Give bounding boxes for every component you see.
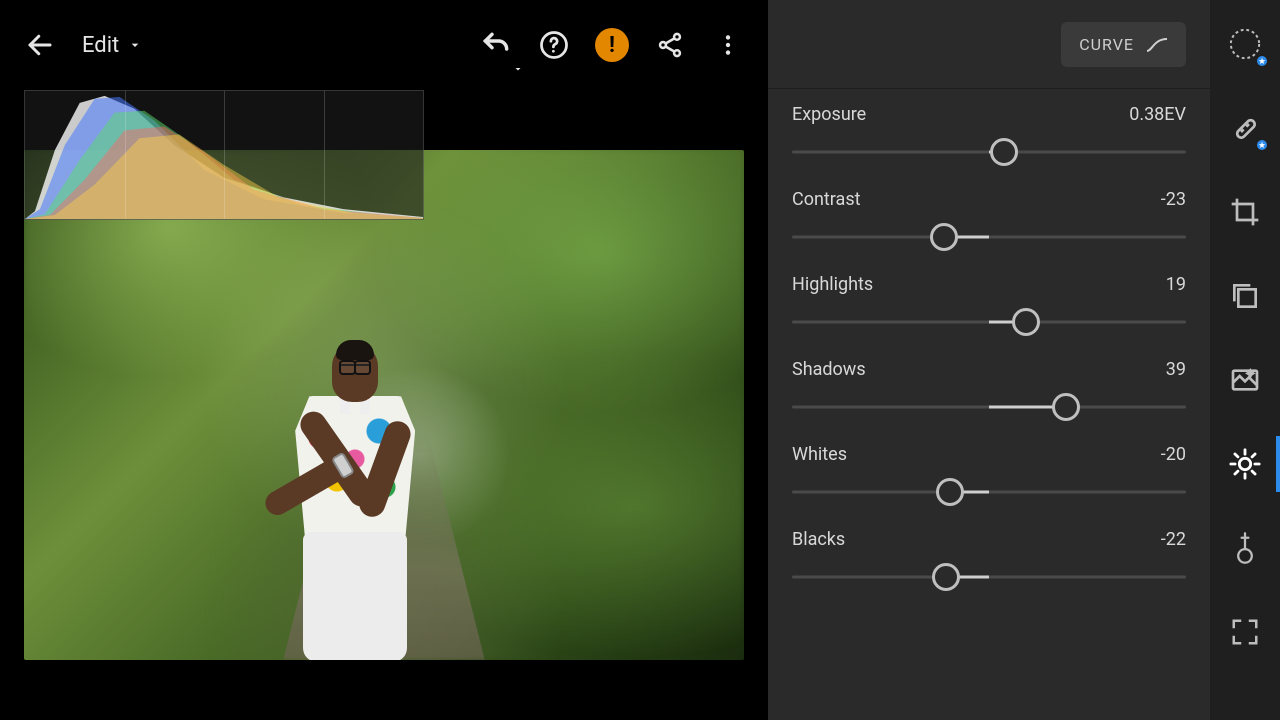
slider-label: Whites xyxy=(792,444,847,465)
blacks-slider[interactable]: Blacks -22 xyxy=(792,529,1186,590)
mode-dropdown[interactable]: Edit xyxy=(74,33,151,58)
slider-label: Contrast xyxy=(792,189,861,210)
photo-preview xyxy=(24,150,744,660)
undo-button[interactable] xyxy=(472,21,520,69)
chevron-down-icon xyxy=(512,63,524,75)
slider-label: Shadows xyxy=(792,359,866,380)
chevron-down-icon xyxy=(127,37,143,53)
more-button[interactable] xyxy=(704,21,752,69)
mode-label: Edit xyxy=(82,33,119,58)
top-toolbar: Edit ! xyxy=(0,0,768,90)
panel-divider xyxy=(768,88,1210,89)
curve-label: CURVE xyxy=(1079,35,1134,54)
back-button[interactable] xyxy=(16,21,64,69)
slider-value: 19 xyxy=(1166,274,1186,295)
shadows-slider[interactable]: Shadows 39 xyxy=(792,359,1186,420)
slider-value: -20 xyxy=(1161,444,1186,465)
lens-icon[interactable] xyxy=(1223,22,1267,66)
slider-label: Blacks xyxy=(792,529,845,550)
fullscreen-icon[interactable] xyxy=(1223,610,1267,654)
histogram[interactable] xyxy=(24,90,424,220)
share-button[interactable] xyxy=(646,21,694,69)
tool-rail xyxy=(1210,0,1280,720)
histogram-grid xyxy=(25,91,423,219)
edit-panel: CURVE Exposure 0.38EV Contrast -23 xyxy=(768,0,1210,720)
color-icon[interactable] xyxy=(1223,526,1267,570)
crop-icon[interactable] xyxy=(1223,190,1267,234)
warning-icon: ! xyxy=(595,28,629,62)
slider-label: Highlights xyxy=(792,274,873,295)
heal-icon[interactable] xyxy=(1223,106,1267,150)
curve-button[interactable]: CURVE xyxy=(1061,22,1186,67)
contrast-slider[interactable]: Contrast -23 xyxy=(792,189,1186,250)
light-icon[interactable] xyxy=(1223,442,1267,486)
badge-star-icon xyxy=(1255,138,1269,152)
versions-icon[interactable] xyxy=(1223,274,1267,318)
exposure-slider[interactable]: Exposure 0.38EV xyxy=(792,104,1186,165)
slider-value: -23 xyxy=(1161,189,1186,210)
presets-icon[interactable] xyxy=(1223,358,1267,402)
badge-star-icon xyxy=(1255,54,1269,68)
sync-warning-badge[interactable]: ! xyxy=(588,21,636,69)
slider-value: 39 xyxy=(1166,359,1186,380)
slider-value: -22 xyxy=(1161,529,1186,550)
highlights-slider[interactable]: Highlights 19 xyxy=(792,274,1186,335)
light-sliders: Exposure 0.38EV Contrast -23 Highlights … xyxy=(792,104,1186,590)
whites-slider[interactable]: Whites -20 xyxy=(792,444,1186,505)
slider-label: Exposure xyxy=(792,104,866,125)
curve-icon xyxy=(1146,38,1168,52)
help-button[interactable] xyxy=(530,21,578,69)
main-canvas-area: Edit ! xyxy=(0,0,768,720)
slider-value: 0.38EV xyxy=(1129,104,1186,125)
